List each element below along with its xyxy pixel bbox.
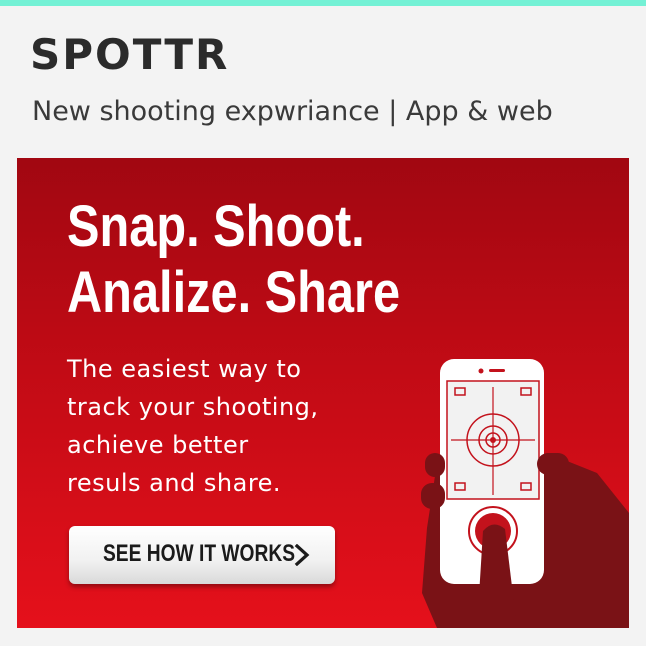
headline: Snap. Shoot. Analize. Share <box>67 194 400 326</box>
tagline: New shooting expwriance | App & web <box>32 96 553 127</box>
chevron-right-icon <box>294 544 310 566</box>
target-bullseye <box>490 437 496 443</box>
subtext: The easiest way to track your shooting, … <box>67 350 387 502</box>
brand-logo: SPOTTR <box>30 30 230 79</box>
subtext-line-1: The easiest way to <box>67 355 302 383</box>
see-how-it-works-button[interactable]: SEE HOW IT WORKS <box>69 526 335 584</box>
finger-right <box>537 453 569 475</box>
headline-line-2: Analize. Share <box>67 260 401 325</box>
promo-banner[interactable]: Snap. Shoot. Analize. Share The easiest … <box>17 158 629 628</box>
subtext-line-4: resuls and share. <box>67 469 282 497</box>
subtext-line-3: achieve better <box>67 431 249 459</box>
ad-card[interactable]: SPOTTR New shooting expwriance | App & w… <box>0 0 646 646</box>
phone-speaker <box>489 369 505 372</box>
headline-line-1: Snap. Shoot. <box>67 194 365 259</box>
accent-bar <box>0 0 646 6</box>
finger-left-1 <box>425 453 445 477</box>
phone-camera <box>478 368 484 374</box>
subtext-line-2: track your shooting, <box>67 393 319 421</box>
finger-left-2 <box>421 483 445 509</box>
cta-label: SEE HOW IT WORKS <box>103 540 295 567</box>
phone-target-icon <box>421 359 629 628</box>
